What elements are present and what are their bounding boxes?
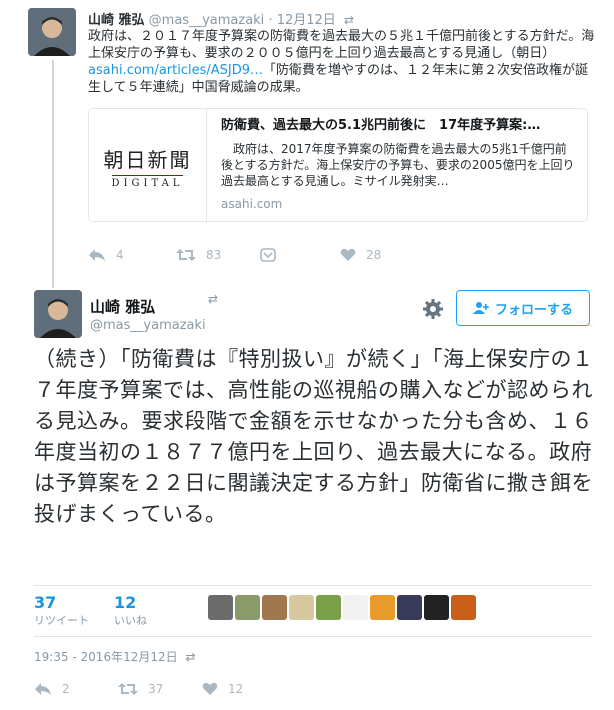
- card-logo: 朝日新聞 DIGITAL: [89, 109, 207, 221]
- liker-avatar[interactable]: [262, 595, 287, 620]
- avatar[interactable]: [34, 290, 82, 338]
- reply-count: 4: [116, 248, 124, 262]
- liker-avatar[interactable]: [289, 595, 314, 620]
- follow-button[interactable]: フォローする: [456, 290, 590, 326]
- liker-avatar[interactable]: [208, 595, 233, 620]
- divider: [34, 636, 592, 637]
- like-stat[interactable]: 12 いいね: [114, 594, 147, 628]
- liker-avatar[interactable]: [424, 595, 449, 620]
- tweet1-link[interactable]: asahi.com/articles/ASJD9…: [88, 63, 263, 78]
- reply-count: 2: [62, 682, 70, 696]
- retweet-icon: [176, 249, 196, 261]
- retweet-icon: [118, 683, 138, 695]
- retweet-stat-label: リツイート: [34, 614, 89, 627]
- tweet1-header: 山崎 雅弘 @mas__yamazaki · 12月12日 ⇄: [88, 9, 354, 28]
- tweet1-author-name[interactable]: 山崎 雅弘: [88, 13, 145, 28]
- tweet2-text: （続き）「防衛費は『特別扱い』が続く」「海上保安庁の１７年度予算案では、高性能の…: [34, 347, 594, 526]
- tweet2-author-name[interactable]: 山崎 雅弘: [90, 296, 155, 317]
- like-count: 12: [228, 682, 244, 696]
- liker-avatar[interactable]: [370, 595, 395, 620]
- thread-connector: [52, 60, 54, 288]
- tweet2-timestamp: 19:35 - 2016年12月12日 ⇄: [34, 648, 196, 665]
- tweet1-separator: ·: [268, 13, 273, 28]
- reply-icon: [35, 683, 51, 695]
- like-stat-label: いいね: [114, 614, 147, 627]
- more-menu-button[interactable]: [260, 248, 340, 262]
- follow-label: フォローする: [494, 302, 573, 318]
- card-logo-kanji: 朝日新聞: [103, 147, 192, 172]
- heart-icon: [202, 682, 218, 695]
- tweet1-text: 政府は、２０１７年度予算案の防衛費を過去最大の５兆１千億円前後とする方針だ。海上…: [88, 28, 598, 96]
- tweet1-actions: 4 83 28: [88, 248, 420, 262]
- settings-button[interactable]: [420, 296, 446, 322]
- retweet-count: 83: [206, 248, 222, 262]
- card-body: 防衛費、過去最大の5.1兆円前後に 17年度予算案:… 政府は、2017年度予算…: [221, 117, 577, 211]
- tweet2-author-handle[interactable]: @mas__yamazaki: [90, 318, 206, 333]
- tweet1-text-before-link: 政府は、２０１７年度予算案の防衛費を過去最大の５兆１千億円前後とする方針だ。海上…: [88, 29, 595, 61]
- liker-avatar[interactable]: [316, 595, 341, 620]
- heart-icon: [340, 248, 356, 261]
- card-description: 政府は、2017年度予算案の防衛費を過去最大の5兆1千億円前後とする方針だ。海上…: [221, 142, 575, 188]
- reply-button[interactable]: 2: [34, 682, 118, 696]
- timestamp-text: 19:35 - 2016年12月12日: [34, 650, 178, 664]
- profile-photo: [34, 290, 82, 338]
- tweet1-date[interactable]: 12月12日: [277, 13, 336, 28]
- tweet2-actions: 2 37 12: [34, 682, 282, 696]
- liker-avatar[interactable]: [397, 595, 422, 620]
- gear-icon: [423, 299, 443, 319]
- tweet1-author-handle[interactable]: @mas__yamazaki: [149, 13, 265, 28]
- chevron-down-icon: [260, 248, 276, 262]
- card-title: 防衛費、過去最大の5.1兆円前後に 17年度予算案:…: [221, 118, 541, 133]
- liker-avatars: [208, 595, 476, 620]
- liker-avatar[interactable]: [343, 595, 368, 620]
- avatar[interactable]: [28, 8, 76, 56]
- translate-icon[interactable]: ⇄: [208, 292, 218, 306]
- retweet-stat[interactable]: 37 リツイート: [34, 594, 89, 628]
- liker-avatar[interactable]: [451, 595, 476, 620]
- like-count: 28: [366, 248, 382, 262]
- profile-photo: [28, 8, 76, 56]
- like-button[interactable]: 12: [202, 682, 282, 696]
- like-stat-count: 12: [114, 593, 137, 612]
- like-button[interactable]: 28: [340, 248, 420, 262]
- card-domain: asahi.com: [221, 197, 283, 211]
- card-logo-sub: DIGITAL: [111, 174, 184, 189]
- retweet-button[interactable]: 37: [118, 682, 202, 696]
- translate-icon[interactable]: ⇄: [344, 13, 354, 27]
- retweet-button[interactable]: 83: [176, 248, 260, 262]
- retweet-count: 37: [148, 682, 164, 696]
- reply-icon: [89, 249, 105, 261]
- divider: [34, 585, 592, 586]
- add-user-icon: [472, 302, 489, 314]
- reply-button[interactable]: 4: [88, 248, 176, 262]
- liker-avatar[interactable]: [235, 595, 260, 620]
- translate-icon[interactable]: ⇄: [185, 650, 195, 664]
- retweet-stat-count: 37: [34, 593, 57, 612]
- link-card[interactable]: 朝日新聞 DIGITAL 防衛費、過去最大の5.1兆円前後に 17年度予算案:……: [88, 108, 588, 222]
